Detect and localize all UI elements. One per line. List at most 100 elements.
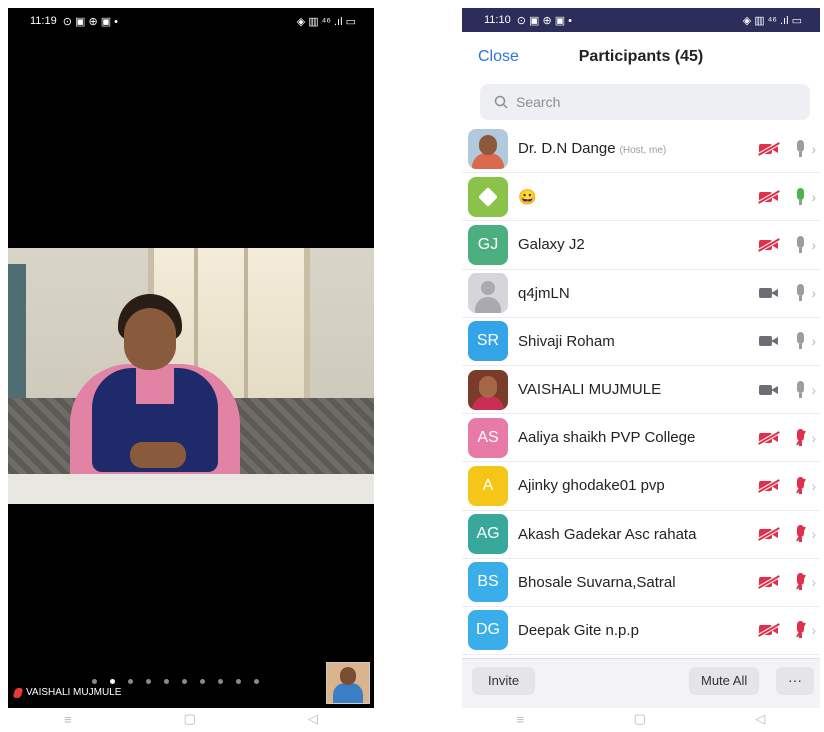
page-indicator[interactable] [92, 679, 259, 684]
active-speaker-video[interactable] [8, 248, 374, 504]
participant-name: Aaliya shaikh PVP College [518, 429, 759, 446]
mic-icon [795, 332, 805, 350]
participant-row[interactable]: VAISHALI MUJMULE › [462, 366, 820, 415]
participant-status-icons: › [759, 573, 816, 591]
close-button[interactable]: Close [478, 48, 519, 66]
menu-icon[interactable]: ≡ [64, 712, 72, 727]
page-dot[interactable] [110, 679, 115, 684]
participant-name: Deepak Gite n.p.p [518, 622, 759, 639]
more-button[interactable]: ··· [776, 667, 814, 695]
video-screen: 11:19 ⊙ ▣ ⊕ ▣ • ◈ ▥ ⁴⁶ .ıl ▭ VAISHALI MU… [8, 8, 374, 708]
participant-row[interactable]: GJ Galaxy J2 › [462, 221, 820, 270]
chevron-right-icon: › [811, 285, 816, 302]
participant-row[interactable]: A Ajinky ghodake01 pvp › [462, 462, 820, 511]
participant-status-icons: › [759, 380, 816, 399]
participant-name: VAISHALI MUJMULE [518, 381, 759, 398]
avatar: AS [468, 417, 508, 458]
mic-speaking-icon [795, 187, 805, 206]
signal-battery-icons: ◈ ▥ ⁴⁶ .ıl ▭ [742, 14, 802, 27]
mic-muted-icon [795, 476, 805, 495]
speaker-name: VAISHALI MUJMULE [26, 687, 122, 698]
chevron-right-icon: › [811, 140, 816, 157]
page-dot[interactable] [218, 679, 223, 684]
participant-name: Ajinky ghodake01 pvp [518, 477, 759, 494]
chevron-right-icon: › [811, 236, 816, 253]
participant-name: Bhosale Suvarna,Satral [518, 574, 759, 591]
participant-row[interactable]: q4jmLN › [462, 270, 820, 318]
participant-name-text: Akash Gadekar Asc rahata [518, 525, 697, 543]
participant-status-icons: › [759, 332, 816, 350]
participant-name: Shivaji Roham [518, 333, 759, 350]
participant-role: (Host, me) [619, 145, 667, 157]
home-icon[interactable]: ▢ [184, 711, 196, 727]
video-on-icon [759, 384, 779, 396]
page-dot[interactable] [128, 679, 133, 684]
video-off-icon [759, 143, 779, 155]
android-nav-bar-right: ≡ ▢ ◁ [462, 708, 820, 730]
participant-row[interactable]: 😀 › [462, 173, 820, 222]
search-icon [494, 95, 508, 109]
signal-battery-icons: ◈ ▥ ⁴⁶ .ıl ▭ [296, 15, 356, 28]
chevron-right-icon: › [811, 574, 816, 591]
participant-row[interactable]: SR Shivaji Roham › [462, 318, 820, 366]
search-input[interactable]: Search [480, 84, 810, 120]
participant-name: Akash Gadekar Asc rahata [518, 526, 759, 543]
page-dot[interactable] [146, 679, 151, 684]
avatar: A [468, 465, 508, 506]
status-time: 11:19 [30, 15, 57, 27]
invite-button[interactable]: Invite [472, 667, 536, 695]
page-dot[interactable] [164, 679, 169, 684]
chevron-right-icon: › [811, 381, 816, 398]
video-off-icon [759, 239, 779, 251]
participant-row[interactable]: AG Akash Gadekar Asc rahata › [462, 511, 820, 559]
page-dot[interactable] [236, 679, 241, 684]
participant-status-icons: › [759, 621, 816, 639]
mic-icon [795, 139, 805, 158]
status-time: 11:10 [484, 14, 511, 26]
foreground-table [8, 474, 374, 504]
video-off-icon [759, 432, 779, 444]
back-icon[interactable]: ◁ [308, 711, 318, 727]
participant-status-icons: › [759, 284, 816, 302]
participant-name-text: Ajinky ghodake01 pvp [518, 477, 665, 495]
page-dot[interactable] [92, 679, 97, 684]
participant-status-icons: › [759, 139, 816, 158]
avatar [468, 369, 508, 410]
self-view-thumbnail[interactable] [326, 662, 370, 704]
participant-status-icons: › [759, 235, 816, 254]
avatar: DG [468, 610, 508, 651]
participant-row[interactable]: BS Bhosale Suvarna,Satral › [462, 559, 820, 607]
speaker-name-tag: VAISHALI MUJMULE [12, 687, 122, 698]
speaker-person [70, 294, 240, 494]
home-icon[interactable]: ▢ [634, 711, 646, 727]
chevron-right-icon: › [811, 622, 816, 639]
mic-muted-icon [795, 573, 805, 591]
search-placeholder: Search [516, 94, 561, 110]
participant-row[interactable]: DG Deepak Gite n.p.p › [462, 607, 820, 656]
mic-icon [795, 235, 805, 254]
mic-muted-icon [795, 525, 805, 543]
page-dot[interactable] [254, 679, 259, 684]
participant-row[interactable]: Dr. D.N Dange (Host, me) › [462, 125, 820, 174]
participant-name-text: Shivaji Roham [518, 332, 615, 350]
participant-list: Dr. D.N Dange (Host, me) › 😀 › GJ Galaxy J2 › q4… [462, 125, 820, 656]
video-off-icon [759, 624, 779, 636]
mute-all-button[interactable]: Mute All [689, 667, 760, 695]
page-dot[interactable] [200, 679, 205, 684]
menu-icon[interactable]: ≡ [517, 712, 525, 727]
android-nav-bar-left: ≡ ▢ ◁ [8, 708, 374, 730]
status-bar: 11:10 ⊙ ▣ ⊕ ▣ • ◈ ▥ ⁴⁶ .ıl ▭ [462, 8, 820, 32]
back-icon[interactable]: ◁ [755, 711, 765, 727]
participant-name: Galaxy J2 [518, 236, 759, 253]
page-dot[interactable] [182, 679, 187, 684]
mic-muted-icon [795, 621, 805, 639]
participant-name-text: 😀 [518, 188, 537, 206]
participant-name: Dr. D.N Dange (Host, me) [518, 140, 759, 157]
participant-status-icons: › [759, 525, 816, 543]
participant-name-text: Deepak Gite n.p.p [518, 621, 639, 639]
participant-name-text: Galaxy J2 [518, 236, 585, 254]
chevron-right-icon: › [811, 429, 816, 446]
avatar: BS [468, 562, 508, 603]
avatar [468, 176, 508, 217]
participant-row[interactable]: AS Aaliya shaikh PVP College › [462, 414, 820, 463]
